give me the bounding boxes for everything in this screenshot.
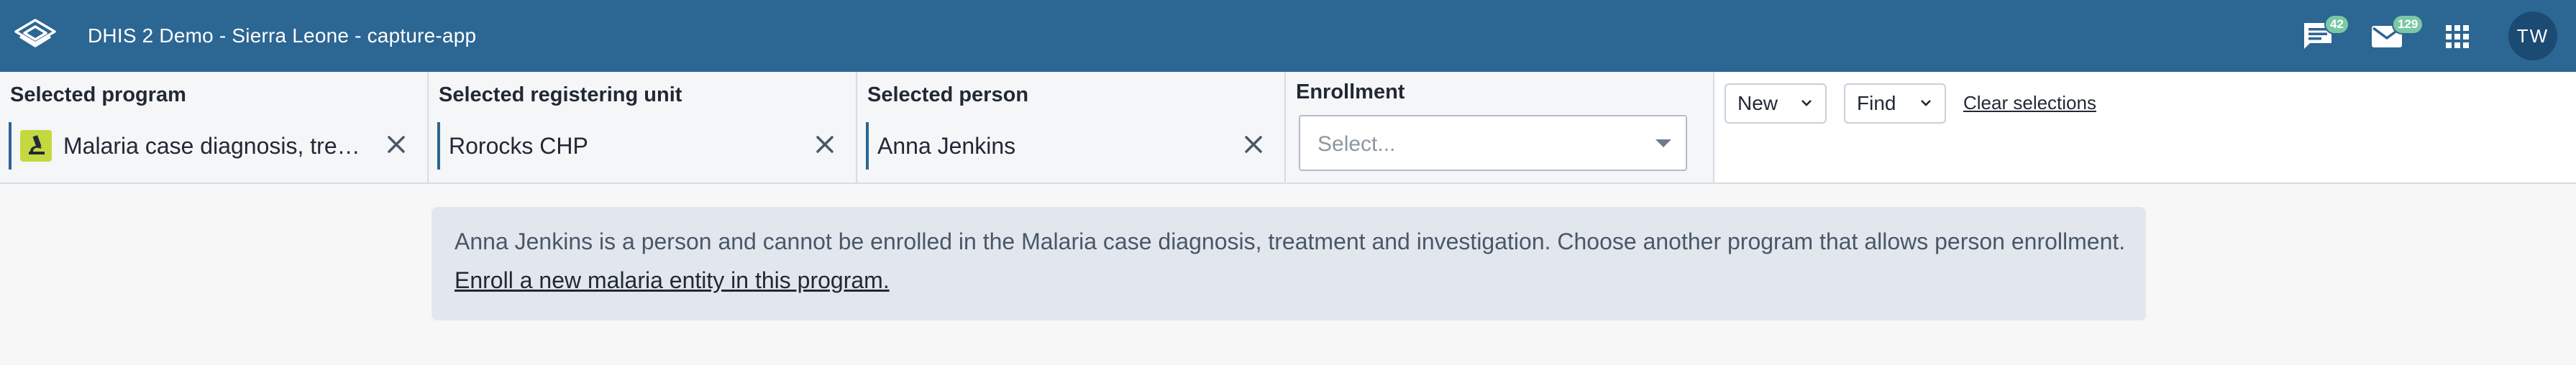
new-button[interactable]: New xyxy=(1725,83,1827,124)
enrollment-select[interactable]: Select... xyxy=(1299,115,1687,171)
enroll-new-entity-link[interactable]: Enroll a new malaria entity in this prog… xyxy=(455,267,890,294)
interpretations-badge: 42 xyxy=(2324,14,2349,34)
find-button[interactable]: Find xyxy=(1844,83,1946,124)
org-unit-selector-label: Selected registering unit xyxy=(439,83,682,106)
selection-bar: Selected program Malaria case diagnosis,… xyxy=(0,72,2576,184)
enrollment-select-placeholder: Select... xyxy=(1317,132,1396,156)
user-avatar[interactable]: TW xyxy=(2508,11,2557,60)
new-button-label: New xyxy=(1737,92,1778,114)
clear-program-icon[interactable] xyxy=(380,128,413,161)
enrollment-selector-label: Enrollment xyxy=(1296,80,1405,103)
person-selector-label: Selected person xyxy=(867,83,1029,106)
microscope-icon xyxy=(20,130,52,162)
find-button-label: Find xyxy=(1857,92,1896,114)
org-unit-selector: Selected registering unit Rorocks CHP xyxy=(429,72,857,182)
program-selected-value[interactable]: Malaria case diagnosis, treatment and in… xyxy=(9,122,368,170)
program-selector: Selected program Malaria case diagnosis,… xyxy=(0,72,429,182)
clear-org-unit-icon[interactable] xyxy=(808,128,841,161)
program-selector-label: Selected program xyxy=(10,83,186,106)
chevron-down-icon xyxy=(1921,100,1931,106)
person-value-text: Anna Jenkins xyxy=(877,132,1016,159)
enrollment-selector: Enrollment Select... xyxy=(1286,72,1714,182)
person-selector: Selected person Anna Jenkins xyxy=(857,72,1286,182)
clear-person-icon[interactable] xyxy=(1237,128,1270,161)
enrollment-notice: Anna Jenkins is a person and cannot be e… xyxy=(431,207,2146,320)
dhis2-logo-icon[interactable] xyxy=(13,17,58,55)
apps-grid-icon[interactable] xyxy=(2439,19,2475,55)
chevron-down-icon xyxy=(1655,139,1671,147)
clear-selections-link[interactable]: Clear selections xyxy=(1963,92,2096,114)
person-selected-value[interactable]: Anna Jenkins xyxy=(866,122,1225,170)
org-unit-selected-value[interactable]: Rorocks CHP xyxy=(437,122,797,170)
program-value-text: Malaria case diagnosis, treatment and in… xyxy=(63,132,368,159)
app-title: DHIS 2 Demo - Sierra Leone - capture-app xyxy=(88,24,477,47)
notice-message: Anna Jenkins is a person and cannot be e… xyxy=(455,228,2126,254)
org-unit-value-text: Rorocks CHP xyxy=(449,132,588,159)
top-header-bar: DHIS 2 Demo - Sierra Leone - capture-app… xyxy=(0,0,2576,72)
messages-badge: 129 xyxy=(2392,14,2424,34)
chevron-down-icon xyxy=(1801,100,1812,106)
